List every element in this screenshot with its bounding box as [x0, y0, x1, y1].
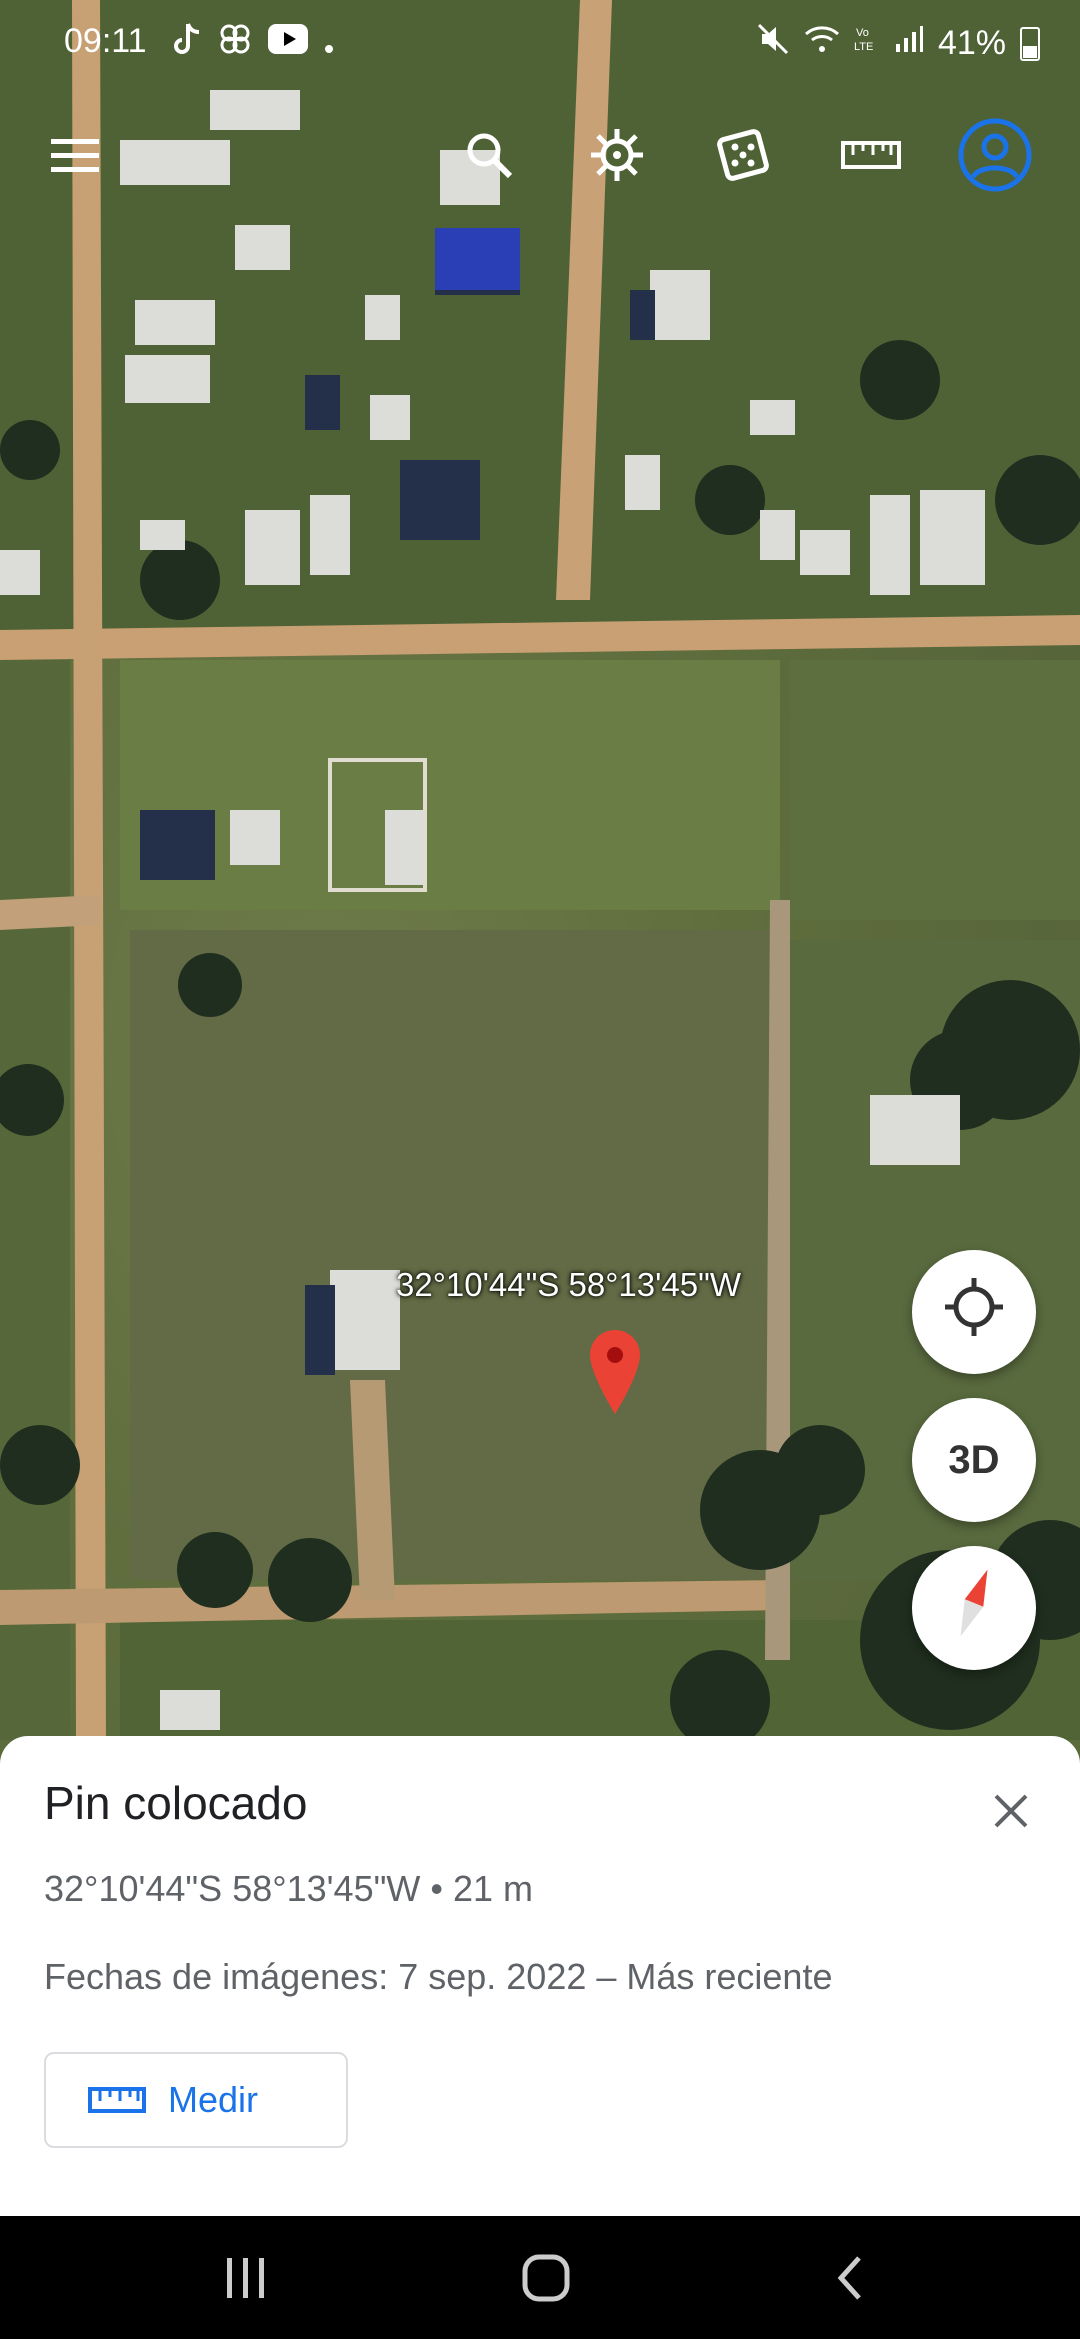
- 3d-label: 3D: [948, 1437, 1000, 1482]
- menu-icon[interactable]: [30, 110, 120, 200]
- imagery-dates: Fechas de imágenes: 7 sep. 2022 – Más re…: [44, 1956, 833, 1997]
- measure-label: Medir: [168, 2079, 259, 2120]
- close-icon[interactable]: [986, 1786, 1036, 1836]
- back-icon[interactable]: [800, 2238, 900, 2318]
- battery-icon: [1020, 26, 1040, 61]
- mute-icon: [756, 22, 790, 65]
- 3d-toggle-button[interactable]: 3D: [912, 1398, 1036, 1522]
- svg-text:Vo: Vo: [856, 27, 869, 39]
- home-icon[interactable]: [496, 2238, 596, 2318]
- youtube-icon: [268, 24, 308, 63]
- status-time: 09:11: [64, 22, 147, 60]
- dot-icon: [324, 24, 334, 63]
- ruler-icon[interactable]: [826, 110, 916, 200]
- battery-percent: 41%: [937, 24, 1006, 62]
- measure-button[interactable]: Medir: [44, 2052, 348, 2148]
- top-toolbar: [0, 110, 1080, 210]
- pin-coordinates-label: 32°10'44"S 58°13'45"W: [396, 1266, 741, 1303]
- signal-icon: [894, 24, 924, 63]
- pin-coordinates: 32°10'44"S 58°13'45"W • 21 m: [44, 1868, 533, 1909]
- status-bar: 09:11 Vo LTE 41%: [0, 0, 1080, 84]
- place-info-sheet: Pin colocado 32°10'44"S 58°13'45"W • 21 …: [0, 1736, 1080, 2216]
- svg-text:LTE: LTE: [854, 41, 873, 53]
- my-location-button[interactable]: [912, 1250, 1036, 1374]
- recents-icon[interactable]: [196, 2238, 296, 2318]
- account-icon[interactable]: [950, 110, 1040, 200]
- dice-icon[interactable]: [698, 110, 788, 200]
- sheet-title: Pin colocado: [44, 1777, 308, 1829]
- map-pin-icon[interactable]: [590, 1330, 640, 1414]
- compass-button[interactable]: [912, 1546, 1036, 1670]
- ruler-icon: [88, 2085, 146, 2115]
- voyager-icon[interactable]: [572, 110, 662, 200]
- tiktok-icon: [172, 22, 202, 65]
- wifi-icon: [804, 24, 840, 63]
- pinwheel-icon: [218, 22, 252, 65]
- navigation-bar: [0, 2216, 1080, 2339]
- search-icon[interactable]: [444, 110, 534, 200]
- compass-icon: [954, 1565, 994, 1651]
- volte-icon: Vo LTE: [854, 24, 880, 63]
- locate-icon: [943, 1276, 1005, 1348]
